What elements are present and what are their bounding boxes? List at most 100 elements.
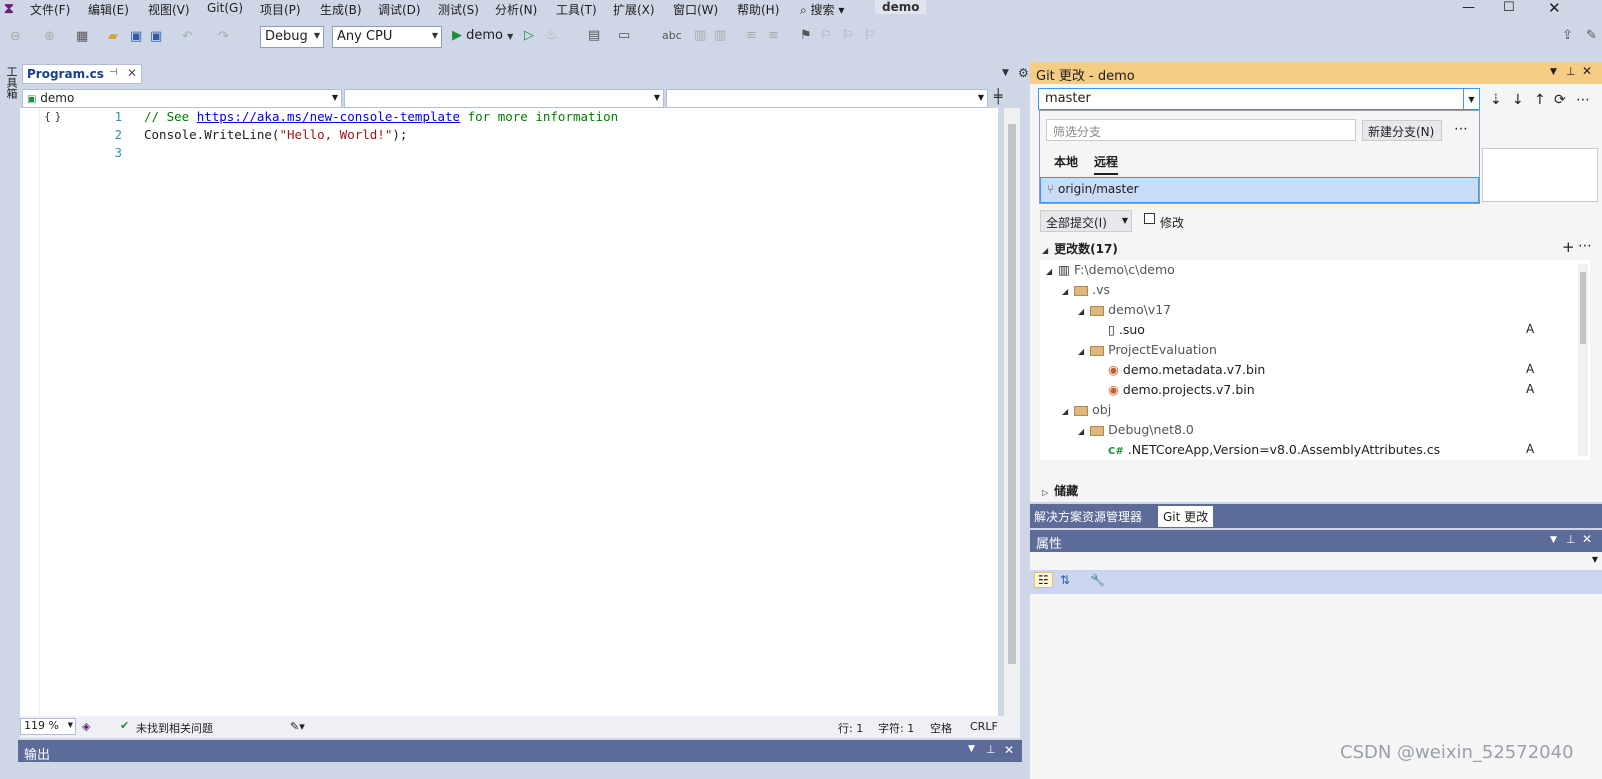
expand-icon[interactable]: ◢ bbox=[1078, 307, 1084, 316]
forward-icon[interactable]: ⊕ bbox=[44, 30, 55, 44]
git-more-icon[interactable]: ⋯ bbox=[1576, 92, 1590, 108]
sync-icon[interactable]: ⟳ bbox=[1554, 92, 1566, 108]
member-nav-combo[interactable]: ▼ bbox=[666, 89, 988, 108]
output-panel-header[interactable]: 输出 ▼ ⊥ ✕ bbox=[18, 740, 1022, 763]
new-project-icon[interactable]: ▦ bbox=[76, 30, 88, 44]
tree-item[interactable]: ◢ obj bbox=[1062, 402, 1111, 417]
branch-selector[interactable]: master ▼ bbox=[1038, 88, 1480, 110]
tree-item[interactable]: ◢ ProjectEvaluation bbox=[1078, 342, 1217, 357]
property-pages-icon[interactable]: 🔧 bbox=[1090, 573, 1105, 587]
tree-item[interactable]: ◉ demo.metadata.v7.bin bbox=[1094, 362, 1265, 377]
git-pin-icon[interactable]: ⊥ bbox=[1566, 65, 1576, 78]
changes-more-icon[interactable]: ⋯ bbox=[1578, 238, 1592, 254]
undo-icon[interactable]: ↶ bbox=[182, 30, 193, 44]
issues-status[interactable]: 未找到相关问题 bbox=[136, 720, 213, 736]
comment-icon[interactable]: ▥ bbox=[694, 29, 706, 43]
spellcheck-icon[interactable]: abc bbox=[662, 29, 682, 43]
feedback-icon[interactable]: ✎ bbox=[1586, 29, 1597, 43]
browse-icon[interactable]: ▤ bbox=[588, 29, 600, 43]
hot-reload-icon[interactable]: ♨ bbox=[546, 29, 558, 43]
push-icon[interactable]: ↑ bbox=[1534, 92, 1546, 108]
new-branch-button[interactable]: 新建分支(N) bbox=[1362, 120, 1442, 141]
tab-overflow-icon[interactable]: ▼ bbox=[1002, 68, 1009, 78]
tree-scrollbar-thumb[interactable] bbox=[1580, 272, 1586, 344]
object-selector[interactable]: ▼ bbox=[1030, 552, 1602, 570]
outdent-icon[interactable]: ≡ bbox=[768, 29, 779, 43]
output-pin-icon[interactable]: ⊥ bbox=[986, 743, 996, 756]
indent-icon[interactable]: ≡ bbox=[746, 29, 757, 43]
platform-select[interactable]: Any CPU ▼ bbox=[332, 26, 442, 48]
tab-program-cs[interactable]: Program.cs ⊣ ✕ bbox=[22, 64, 142, 84]
menu-item[interactable]: 窗口(W) bbox=[673, 1, 718, 18]
menu-item[interactable]: 视图(V) bbox=[148, 1, 190, 18]
menu-item[interactable]: 测试(S) bbox=[438, 1, 479, 18]
menu-item[interactable]: 编辑(E) bbox=[88, 1, 129, 18]
tab-remote[interactable]: 远程 bbox=[1094, 153, 1119, 175]
menu-item[interactable]: 调试(D) bbox=[378, 1, 421, 18]
expand-icon[interactable]: ◢ bbox=[1062, 287, 1068, 296]
expand-icon[interactable]: ◢ bbox=[1062, 407, 1068, 416]
maximize-button[interactable]: ☐ bbox=[1503, 0, 1515, 15]
next-bookmark-icon[interactable]: ⚐ bbox=[842, 29, 854, 43]
template-link[interactable]: https://aka.ms/new-console-template bbox=[197, 109, 460, 124]
close-tab-icon[interactable]: ✕ bbox=[127, 66, 137, 80]
git-close-icon[interactable]: ✕ bbox=[1582, 64, 1592, 78]
tab-git-changes[interactable]: Git 更改 bbox=[1158, 506, 1214, 527]
branch-dropdown-arrow[interactable]: ▼ bbox=[1463, 89, 1479, 109]
toolbox-strip[interactable]: 工具箱 bbox=[0, 62, 18, 762]
menu-item[interactable]: 帮助(H) bbox=[737, 1, 779, 18]
menu-item[interactable]: 分析(N) bbox=[495, 1, 537, 18]
configuration-select[interactable]: Debug ▼ bbox=[260, 26, 324, 48]
type-nav-combo[interactable]: ▼ bbox=[344, 89, 664, 108]
layout-icon[interactable]: ▭ bbox=[618, 29, 630, 43]
props-pin-icon[interactable]: ⊥ bbox=[1566, 533, 1576, 546]
tree-item[interactable]: ◢ demo\v17 bbox=[1078, 302, 1171, 317]
bookmark-icon[interactable]: ⚑ bbox=[800, 29, 812, 43]
stash-header[interactable]: ▷ 储藏 bbox=[1042, 482, 1078, 499]
fetch-icon[interactable]: ⇣ bbox=[1490, 92, 1502, 108]
tree-item[interactable]: ◢ .vs bbox=[1062, 282, 1110, 297]
start-debug-button[interactable]: ▶ demo ▼ bbox=[452, 29, 513, 44]
expand-icon[interactable]: ◢ bbox=[1046, 267, 1052, 276]
start-without-debug-icon[interactable]: ▷ bbox=[524, 29, 534, 43]
amend-checkbox[interactable] bbox=[1144, 213, 1155, 224]
tree-item[interactable]: ◢ ▥ F:\demo\c\demo bbox=[1046, 262, 1175, 277]
project-nav-combo[interactable]: ▣ demo ▼ bbox=[22, 89, 342, 108]
cleanup-icon[interactable]: ✎▾ bbox=[290, 720, 305, 733]
commit-all-button[interactable]: 全部提交(I) ▼ bbox=[1040, 210, 1132, 232]
close-window-button[interactable]: ✕ bbox=[1548, 0, 1561, 17]
categorized-icon[interactable]: ☷ bbox=[1034, 572, 1053, 588]
pull-icon[interactable]: ↓ bbox=[1512, 92, 1524, 108]
minimize-button[interactable]: — bbox=[1462, 0, 1475, 15]
tree-item[interactable]: C# .NETCoreApp,Version=v8.0.AssemblyAttri… bbox=[1094, 442, 1440, 457]
tab-local[interactable]: 本地 bbox=[1054, 153, 1078, 170]
prev-bookmark-icon[interactable]: ⚐ bbox=[820, 29, 832, 43]
tree-item[interactable]: ◉ demo.projects.v7.bin bbox=[1094, 382, 1255, 397]
expand-icon[interactable]: ◢ bbox=[1078, 427, 1084, 436]
uncomment-icon[interactable]: ▥ bbox=[714, 29, 726, 43]
copilot-icon[interactable]: ◈ bbox=[82, 720, 90, 733]
branch-more-icon[interactable]: ⋯ bbox=[1454, 121, 1468, 137]
props-options-icon[interactable]: ▼ bbox=[1550, 535, 1557, 545]
alphabetical-icon[interactable]: ⇅ bbox=[1060, 573, 1070, 587]
remote-branch-item[interactable]: ⑂ origin/master bbox=[1040, 177, 1479, 203]
zoom-select[interactable]: 119 % ▼ bbox=[20, 718, 76, 735]
menu-item[interactable]: Git(G) bbox=[207, 1, 243, 15]
tree-item[interactable]: ▯ .suo bbox=[1094, 322, 1145, 337]
commit-message-box[interactable] bbox=[1482, 148, 1598, 202]
branch-filter-input[interactable]: 筛选分支 bbox=[1046, 119, 1356, 141]
output-close-icon[interactable]: ✕ bbox=[1004, 743, 1014, 757]
changes-header[interactable]: ◢ 更改数(17) bbox=[1042, 240, 1118, 257]
stage-all-icon[interactable]: + bbox=[1562, 238, 1575, 256]
tree-scrollbar[interactable] bbox=[1578, 264, 1588, 456]
tree-item[interactable]: ◢ Debug\net8.0 bbox=[1078, 422, 1194, 437]
share-icon[interactable]: ⇪ bbox=[1562, 29, 1573, 43]
redo-icon[interactable]: ↷ bbox=[218, 30, 229, 44]
code-editor[interactable]: { } 1 // See https://aka.ms/new-console-… bbox=[20, 108, 998, 716]
menu-item[interactable]: 项目(P) bbox=[260, 1, 301, 18]
expand-icon[interactable]: ◢ bbox=[1078, 347, 1084, 356]
editor-scrollbar[interactable] bbox=[1004, 108, 1020, 716]
scrollbar-thumb[interactable] bbox=[1008, 124, 1016, 664]
menu-item[interactable]: 生成(B) bbox=[320, 1, 362, 18]
save-all-icon[interactable]: ▣ bbox=[150, 30, 162, 44]
